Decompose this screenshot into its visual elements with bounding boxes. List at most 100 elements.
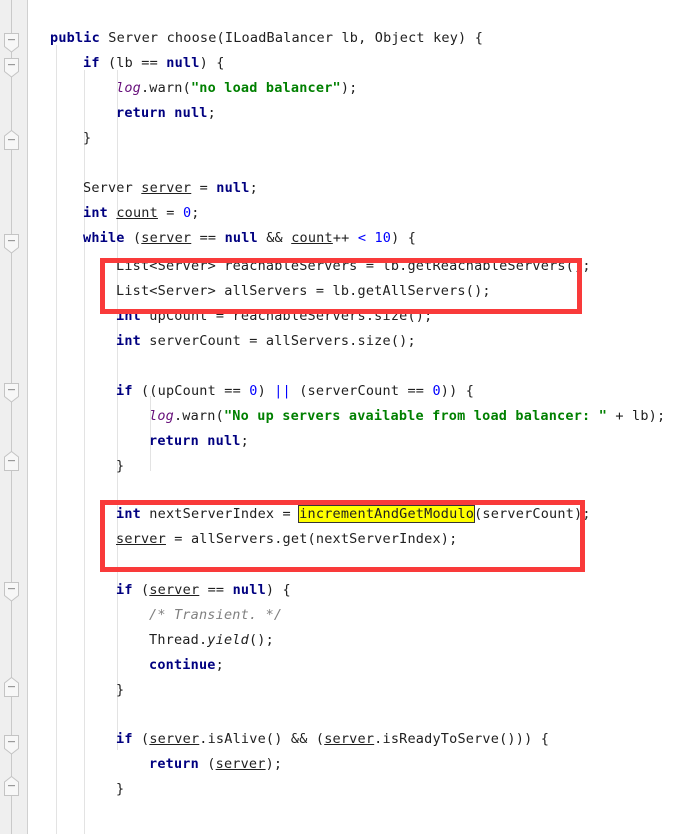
code-token: if bbox=[83, 55, 100, 71]
code-token: Server bbox=[83, 180, 142, 196]
code-token: server bbox=[116, 531, 166, 547]
code-line[interactable]: int upCount = reachableServers.size(); bbox=[0, 304, 432, 329]
highlighted-token[interactable]: incrementAndGetModulo bbox=[298, 505, 476, 523]
code-token: "no load balancer" bbox=[190, 80, 341, 96]
code-token: log bbox=[149, 408, 174, 424]
code-token: int bbox=[116, 308, 141, 324]
code-token: List<Server> allServers = lb.getAllServe… bbox=[116, 283, 491, 299]
code-line[interactable]: int nextServerIndex = incrementAndGetMod… bbox=[0, 502, 591, 527]
code-line[interactable]: List<Server> reachableServers = lb.getRe… bbox=[0, 254, 591, 279]
code-token: ( bbox=[124, 230, 142, 246]
code-editor[interactable]: public Server choose(ILoadBalancer lb, O… bbox=[0, 0, 688, 834]
code-token: Server choose(ILoadBalancer lb, Object k… bbox=[99, 30, 484, 46]
code-token: server bbox=[141, 230, 192, 246]
code-token: 10 bbox=[374, 230, 392, 246]
code-token: serverCount = allServers.size(); bbox=[140, 333, 416, 349]
code-token: if bbox=[116, 582, 133, 598]
code-token: || bbox=[274, 383, 291, 399]
code-token: (serverCount); bbox=[474, 506, 591, 522]
code-line[interactable]: } bbox=[0, 454, 124, 479]
code-token: int bbox=[116, 333, 141, 349]
code-token: (serverCount == bbox=[290, 383, 433, 399]
code-token: } bbox=[116, 682, 125, 698]
code-token: ); bbox=[265, 756, 283, 772]
code-token: log bbox=[116, 80, 141, 96]
code-token: null bbox=[224, 230, 258, 246]
code-token: 0 bbox=[249, 383, 258, 399]
code-line[interactable]: log.warn("no load balancer"); bbox=[0, 76, 358, 101]
code-token: return null bbox=[149, 433, 241, 449]
code-line[interactable]: if (server == null) { bbox=[0, 578, 291, 603]
code-token: continue bbox=[149, 657, 216, 673]
code-line[interactable]: return null; bbox=[0, 429, 249, 454]
code-token: yield bbox=[207, 632, 249, 648]
code-token: (); bbox=[248, 632, 274, 648]
code-line[interactable]: int count = 0; bbox=[0, 201, 200, 226]
code-token: ); bbox=[340, 80, 358, 96]
code-token: } bbox=[83, 130, 92, 146]
code-token: count bbox=[116, 205, 158, 221]
code-token: = bbox=[157, 205, 183, 221]
code-token: 0 bbox=[432, 383, 441, 399]
code-line[interactable]: return (server); bbox=[0, 752, 282, 777]
code-token: List<Server> reachableServers = lb.getRe… bbox=[116, 258, 591, 274]
code-token: return bbox=[149, 756, 199, 772]
code-token: ; bbox=[249, 180, 258, 196]
code-token: == bbox=[191, 230, 225, 246]
code-token: ((upCount == bbox=[132, 383, 250, 399]
code-line[interactable]: Server server = null; bbox=[0, 176, 258, 201]
code-line[interactable]: } bbox=[0, 678, 124, 703]
code-line[interactable]: server = allServers.get(nextServerIndex)… bbox=[0, 527, 457, 552]
code-token: return null bbox=[116, 105, 208, 121]
code-token: ; bbox=[191, 205, 200, 221]
code-line[interactable]: List<Server> allServers = lb.getAllServe… bbox=[0, 279, 491, 304]
code-token: server bbox=[324, 731, 375, 747]
code-token: ( bbox=[132, 731, 150, 747]
code-token: } bbox=[116, 781, 125, 797]
code-token: server bbox=[215, 756, 266, 772]
code-line[interactable]: continue; bbox=[0, 653, 224, 678]
code-token: null bbox=[216, 180, 250, 196]
code-token: while bbox=[83, 230, 125, 246]
code-token: int bbox=[116, 506, 141, 522]
code-token: upCount = reachableServers.size(); bbox=[140, 308, 433, 324]
code-token: )) { bbox=[440, 383, 475, 399]
code-token: < bbox=[357, 230, 367, 246]
code-line[interactable]: return null; bbox=[0, 101, 216, 126]
code-token: ; bbox=[240, 433, 249, 449]
code-token: Thread. bbox=[149, 632, 208, 648]
code-token: server bbox=[141, 180, 192, 196]
code-token: if bbox=[116, 383, 133, 399]
code-line[interactable]: if (lb == null) { bbox=[0, 51, 225, 76]
code-line[interactable]: if ((upCount == 0) || (serverCount == 0)… bbox=[0, 379, 474, 404]
code-token: ; bbox=[207, 105, 216, 121]
code-line[interactable]: public Server choose(ILoadBalancer lb, O… bbox=[0, 26, 483, 51]
code-token: public bbox=[50, 30, 100, 46]
code-token: .warn( bbox=[173, 408, 224, 424]
code-line[interactable]: log.warn("No up servers available from l… bbox=[0, 404, 665, 429]
code-line[interactable]: } bbox=[0, 126, 91, 151]
code-token: && bbox=[257, 230, 292, 246]
code-token: if bbox=[116, 731, 133, 747]
code-token: ) { bbox=[391, 230, 417, 246]
code-token: ( bbox=[198, 756, 216, 772]
code-token: } bbox=[116, 458, 125, 474]
code-line[interactable]: if (server.isAlive() && (server.isReadyT… bbox=[0, 727, 549, 752]
code-token: + lb); bbox=[607, 408, 666, 424]
code-line[interactable]: } bbox=[0, 777, 124, 802]
code-line[interactable]: Thread.yield(); bbox=[0, 628, 274, 653]
code-token: (lb == bbox=[99, 55, 167, 71]
code-content[interactable]: public Server choose(ILoadBalancer lb, O… bbox=[0, 0, 688, 834]
code-token: ++ bbox=[332, 230, 358, 246]
code-token: server bbox=[149, 582, 200, 598]
code-token: null bbox=[166, 55, 200, 71]
code-token: ; bbox=[215, 657, 224, 673]
code-token: null bbox=[232, 582, 266, 598]
code-line[interactable]: int serverCount = allServers.size(); bbox=[0, 329, 416, 354]
code-token: ( bbox=[132, 582, 150, 598]
code-line[interactable]: /* Transient. */ bbox=[0, 603, 282, 628]
code-token: ) bbox=[257, 383, 275, 399]
code-token: == bbox=[199, 582, 233, 598]
code-line[interactable]: while (server == null && count++ < 10) { bbox=[0, 226, 416, 251]
code-token: ) { bbox=[265, 582, 291, 598]
